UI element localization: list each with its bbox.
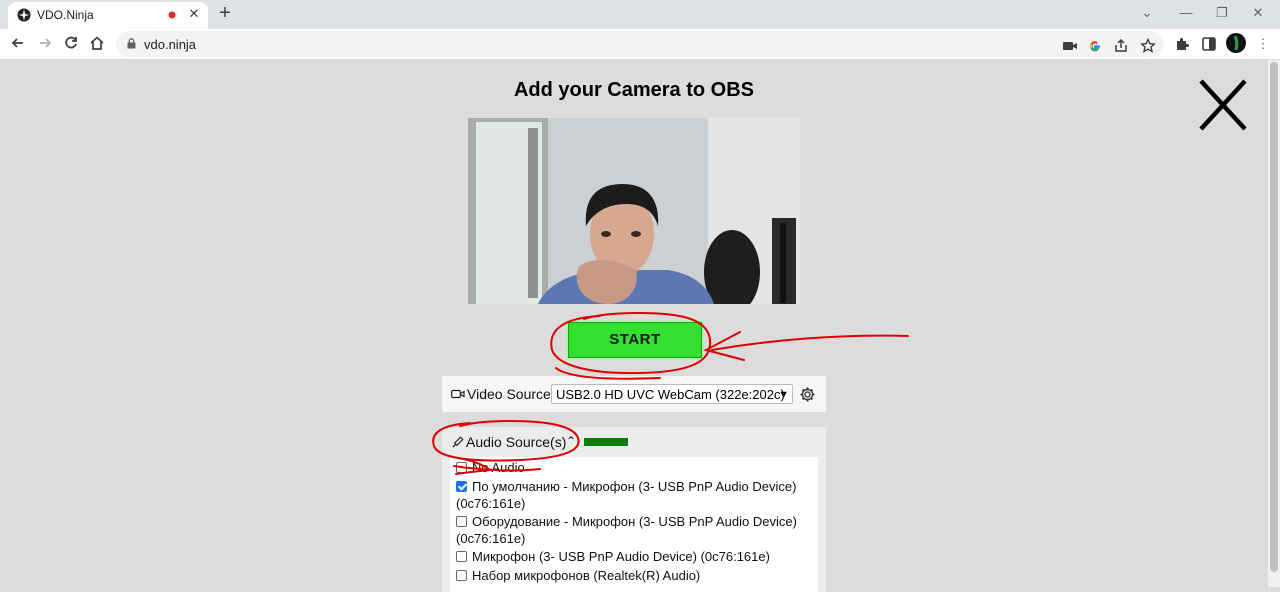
lock-icon[interactable] — [127, 38, 136, 49]
audio-option-no-audio[interactable]: No Audio — [456, 459, 812, 476]
chevron-down-icon: ▼ — [778, 389, 789, 401]
checkbox[interactable] — [456, 516, 467, 527]
forward-icon[interactable] — [35, 33, 55, 53]
audio-option-label: Микрофон (3- USB PnP Audio Device) (0c76… — [472, 549, 770, 564]
audio-option-mic[interactable]: Микрофон (3- USB PnP Audio Device) (0c76… — [456, 548, 812, 565]
audio-level-meter — [584, 438, 628, 446]
arrow-to-start-icon — [703, 331, 909, 361]
tab-search-icon[interactable]: ⌄ — [1137, 5, 1157, 21]
bookmark-star-icon[interactable] — [1139, 37, 1157, 55]
gear-icon[interactable] — [799, 386, 816, 403]
maximize-button[interactable]: ❐ — [1212, 5, 1232, 21]
chrome-menu-icon[interactable]: ⋮ — [1254, 35, 1272, 53]
browser-tab[interactable]: VDO.Ninja ✕ — [8, 2, 208, 29]
recording-indicator-icon — [167, 10, 177, 20]
side-panel-icon[interactable] — [1200, 35, 1218, 53]
video-source-selected: USB2.0 HD UVC WebCam (322e:202c) — [556, 387, 785, 402]
audio-source-toggle[interactable]: Audio Source(s) — [466, 434, 566, 450]
video-camera-icon — [451, 389, 465, 399]
google-icon[interactable] — [1086, 37, 1104, 55]
page-title: Add your Camera to OBS — [513, 79, 755, 101]
extensions-icon[interactable] — [1173, 35, 1191, 53]
minimize-button[interactable]: — — [1176, 5, 1196, 21]
audio-option-label: No Audio — [472, 460, 525, 475]
audio-option-hardware-mic[interactable]: Оборудование - Микрофон (3- USB PnP Audi… — [456, 513, 812, 547]
camera-in-use-icon[interactable] — [1061, 37, 1079, 55]
browser-toolbar: vdo.ninja ⋮ — [0, 29, 1280, 60]
vdo-ninja-favicon-icon — [17, 8, 31, 22]
reload-icon[interactable] — [61, 33, 81, 53]
audio-option-mic-array[interactable]: Набор микрофонов (Realtek(R) Audio) — [456, 567, 812, 584]
audio-option-label: Оборудование - Микрофон (3- USB PnP Audi… — [472, 514, 797, 529]
audio-source-list: No Audio По умолчанию - Микрофон (3- USB… — [450, 457, 818, 592]
close-window-button[interactable]: ✕ — [1248, 5, 1268, 21]
audio-option-default-mic[interactable]: По умолчанию - Микрофон (3- USB PnP Audi… — [456, 478, 812, 512]
share-icon[interactable] — [1112, 37, 1130, 55]
scrollbar-thumb[interactable] — [1270, 62, 1278, 572]
video-source-label: Video Source — [467, 386, 551, 402]
chevron-up-icon[interactable]: ⌃ — [566, 434, 576, 448]
checkbox[interactable] — [456, 570, 467, 581]
audio-option-label: По умолчанию - Микрофон (3- USB PnP Audi… — [472, 479, 797, 494]
camera-preview-image — [468, 118, 800, 304]
checkbox[interactable] — [456, 462, 467, 473]
audio-option-label-line2: (0c76:161e) — [456, 531, 526, 546]
address-bar[interactable]: vdo.ninja — [116, 31, 1163, 57]
camera-preview — [468, 118, 800, 304]
back-icon[interactable] — [8, 33, 28, 53]
tab-strip: VDO.Ninja ✕ + ⌄ — ❐ ✕ — [0, 0, 1280, 29]
url-text[interactable]: vdo.ninja — [144, 37, 196, 52]
tab-close-icon[interactable]: ✕ — [186, 6, 202, 22]
video-source-panel: Video Source USB2.0 HD UVC WebCam (322e:… — [442, 376, 826, 412]
tab-title: VDO.Ninja — [37, 8, 94, 22]
new-tab-button[interactable]: + — [215, 3, 235, 23]
microphone-icon — [452, 436, 464, 448]
start-button[interactable]: START — [568, 322, 702, 358]
audio-source-panel: Audio Source(s) ⌃ No Audio По умолчанию … — [442, 427, 826, 592]
checkbox-checked[interactable] — [456, 481, 467, 492]
close-icon[interactable] — [1198, 78, 1248, 132]
audio-option-label-line2: (0c76:161e) — [456, 496, 526, 511]
checkbox[interactable] — [456, 551, 467, 562]
audio-option-label: Набор микрофонов (Realtek(R) Audio) — [472, 568, 701, 583]
profile-avatar[interactable] — [1226, 33, 1246, 53]
video-source-select[interactable]: USB2.0 HD UVC WebCam (322e:202c) ▼ — [551, 384, 793, 404]
home-icon[interactable] — [87, 33, 107, 53]
